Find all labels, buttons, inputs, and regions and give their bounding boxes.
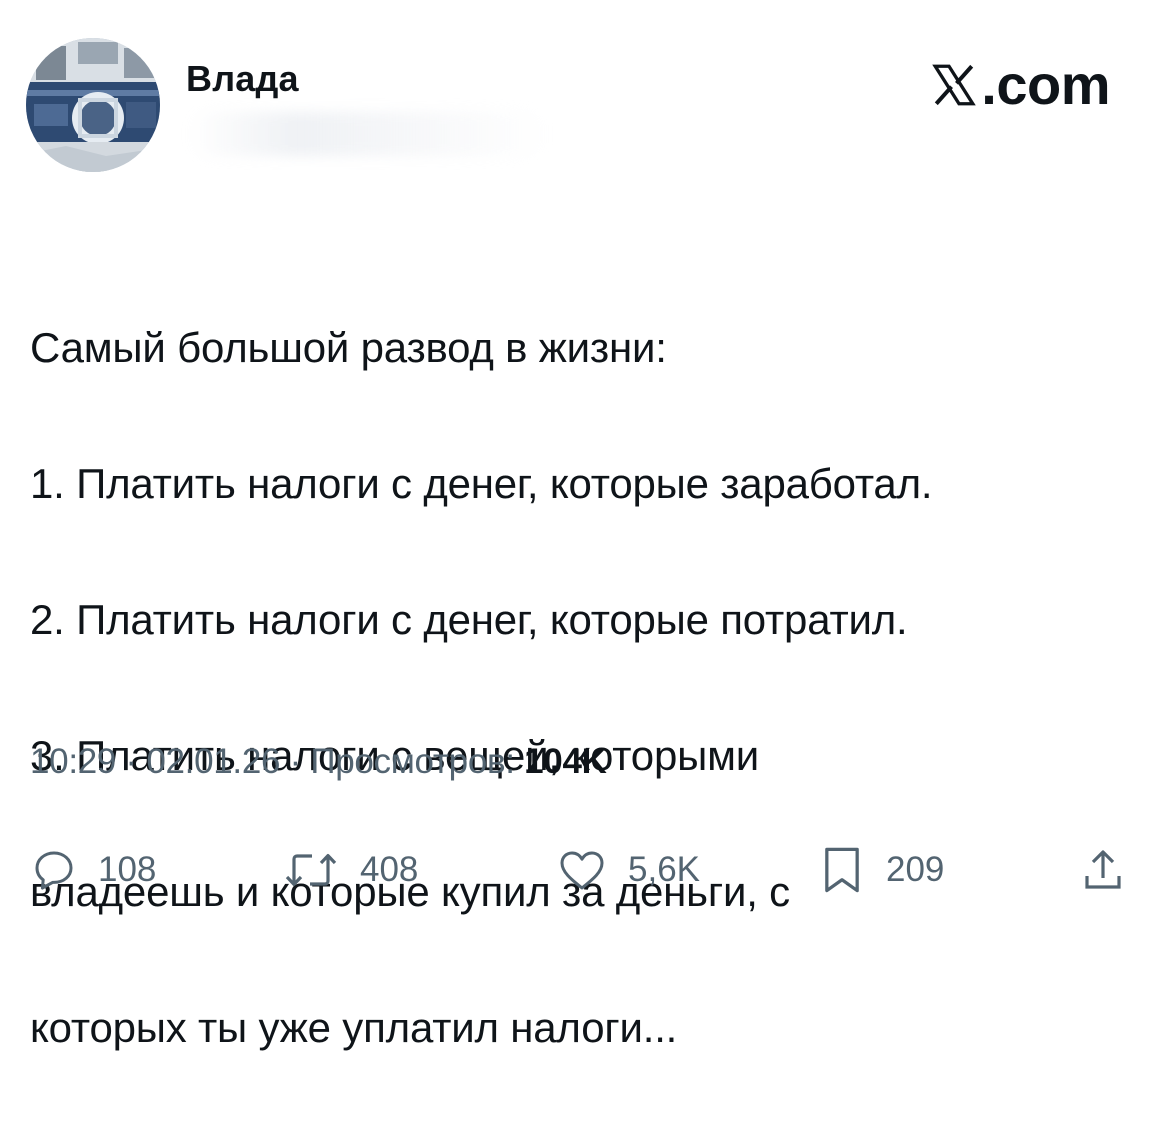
action-bar: 108 408 5,6K 209 [0, 838, 1170, 902]
retweet-count: 408 [360, 850, 419, 889]
reply-icon [35, 851, 73, 890]
brand-logo: .com [929, 52, 1110, 117]
tweet-time[interactable]: 10:29 [30, 742, 116, 781]
tweet-meta: 10:29 · 02.01.26 · Просмотров: 104K [30, 742, 607, 782]
brand-label: .com [981, 53, 1110, 116]
heart-icon [560, 851, 604, 890]
like-button[interactable]: 5,6K [556, 838, 700, 902]
x-logo-icon [932, 64, 977, 105]
bookmark-icon [825, 847, 859, 893]
avatar[interactable] [26, 38, 160, 172]
tweet-date[interactable]: 02.01.26 [146, 742, 280, 781]
share-button[interactable] [1080, 838, 1126, 902]
reply-button[interactable]: 108 [30, 838, 156, 902]
tweet-line: 1. Платить налоги с денег, которые зараб… [30, 460, 933, 507]
views-label: Просмотров: [310, 742, 525, 781]
tweet-line: Самый большой развод в жизни: [30, 324, 667, 371]
retweet-button[interactable]: 408 [282, 838, 418, 902]
share-icon [1085, 850, 1121, 889]
views-count: 104K [524, 742, 607, 781]
meta-separator: · [280, 742, 311, 781]
meta-separator: · [116, 742, 147, 781]
tweet-line: 2. Платить налоги с денег, которые потра… [30, 596, 908, 643]
tweet-line: которых ты уже уплатил налоги... [30, 1004, 678, 1051]
reply-count: 108 [98, 850, 157, 889]
avatar-image [26, 38, 160, 172]
tweet-text: Самый большой развод в жизни: 1. Платить… [30, 246, 1150, 1130]
bookmark-button[interactable]: 209 [818, 838, 944, 902]
retweet-icon [285, 854, 337, 886]
like-count: 5,6K [628, 850, 700, 889]
author-name[interactable]: Влада [186, 58, 299, 100]
bookmark-count: 209 [886, 850, 945, 889]
blurred-handle [188, 112, 548, 156]
